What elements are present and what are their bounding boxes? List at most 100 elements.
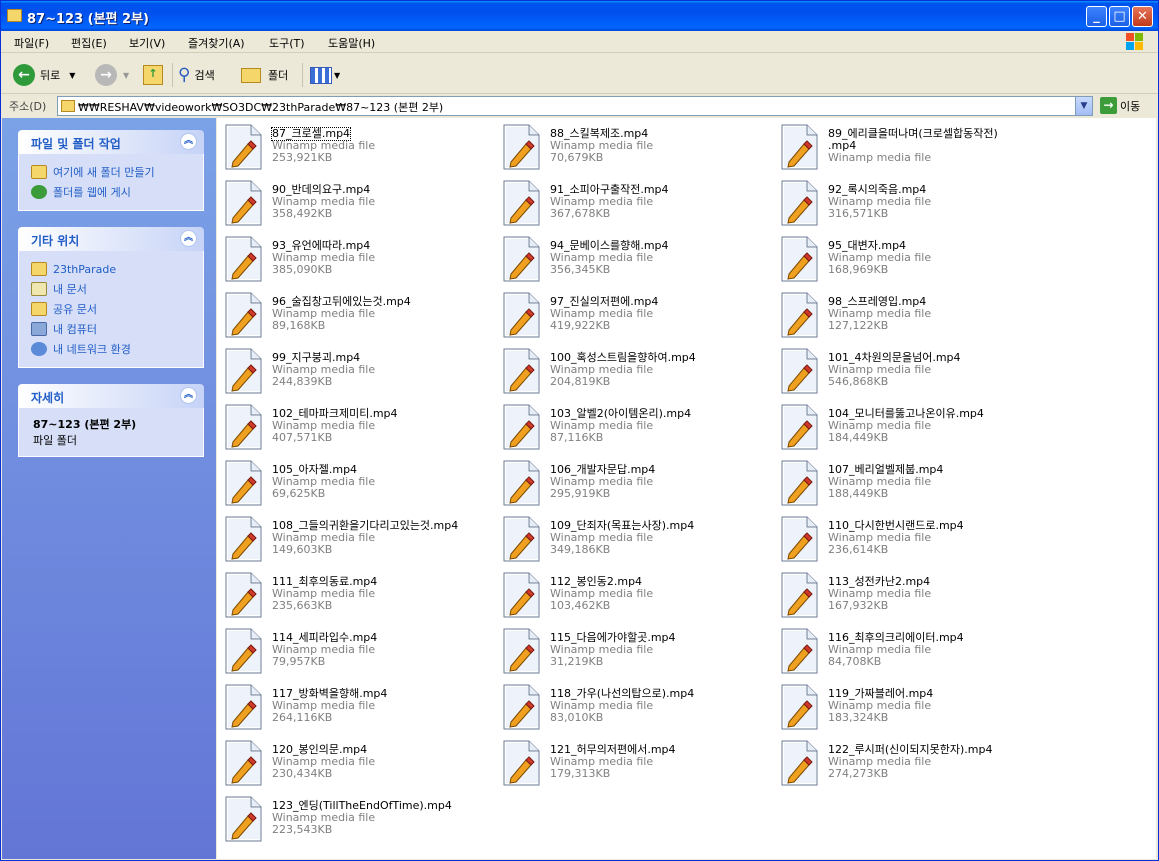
other-places-panel: 기타 위치 ︽ 23thParade 내 문서 공유 문서 내 컴퓨터 내 네트… [18,227,204,368]
link-label: 여기에 새 폴더 만들기 [53,166,155,179]
folders-button[interactable]: 폴더 [241,62,288,88]
menu-help[interactable]: 도움말(H) [328,35,375,51]
file-item[interactable]: 102_테마파크제미티.mp4 Winamp media file 407,571K… [217,399,487,451]
winamp-file-icon [224,572,262,618]
file-size: 70,679KB [550,151,604,164]
file-item[interactable]: 110_다시한번시랜드로.mp4 Winamp media file 236,614… [773,511,1043,563]
file-size: 546,868KB [828,375,889,388]
file-item[interactable]: 117_방화벽을향해.mp4 Winamp media file 264,116KB [217,679,487,731]
minimize-button[interactable]: _ [1086,6,1107,27]
new-folder-link[interactable]: 여기에 새 폴더 만들기 [31,162,203,182]
menu-edit[interactable]: 편집(E) [71,35,107,51]
file-item[interactable]: 120_봉인의문.mp4 Winamp media file 230,434KB [217,735,487,787]
panel-header[interactable]: 자세히 ︽ [18,384,204,408]
file-item[interactable]: 118_가우(나선의탑으로).mp4 Winamp media file 83,01… [495,679,765,731]
file-item[interactable]: 121_허무의저편에서.mp4 Winamp media file 179,313K… [495,735,765,787]
file-item[interactable]: 94_문베이스를향해.mp4 Winamp media file 356,345KB [495,231,765,283]
back-button[interactable]: ← 뒤로 ▼ [13,62,75,88]
file-size: 356,345KB [550,263,611,276]
menu-view[interactable]: 보기(V) [129,35,165,51]
winamp-file-icon [224,348,262,394]
collapse-icon[interactable]: ︽ [180,387,197,404]
computer-icon [31,322,47,336]
file-item[interactable]: 114_세피라입수.mp4 Winamp media file 79,957KB [217,623,487,675]
winamp-file-icon [224,236,262,282]
file-item[interactable]: 103_알벨2(아이템온리).mp4 Winamp media file 87,11… [495,399,765,451]
address-input[interactable]: ₩₩RESHAV₩videowork₩SO3DC₩23thParade₩87~1… [57,96,1093,116]
file-item[interactable]: 89_에리클을떠나며(크로셀합동작전) .mp4 Winamp media file [773,119,1043,171]
place-network[interactable]: 내 네트워크 환경 [31,339,203,359]
file-size: 127,122KB [828,319,889,332]
place-my-documents[interactable]: 내 문서 [31,279,203,299]
file-item[interactable]: 112_봉인동2.mp4 Winamp media file 103,462KB [495,567,765,619]
winamp-file-icon [224,180,262,226]
file-item[interactable]: 116_최후의크리에이터.mp4 Winamp media file 84,708K… [773,623,1043,675]
file-item[interactable]: 93_유언에따라.mp4 Winamp media file 385,090KB [217,231,487,283]
file-item[interactable]: 97_진실의저편에.mp4 Winamp media file 419,922KB [495,287,765,339]
file-item[interactable]: 106_개발자문답.mp4 Winamp media file 295,919KB [495,455,765,507]
forward-button[interactable]: → ▼ [95,62,129,88]
place-shared-documents[interactable]: 공유 문서 [31,299,203,319]
collapse-icon[interactable]: ︽ [180,133,197,150]
winamp-file-icon [224,124,262,170]
file-size: 167,932KB [828,599,889,612]
title-bar[interactable]: 87~123 (본편 2부) _ □ ✕ [1,1,1158,31]
file-item[interactable]: 88_스킬복제조.mp4 Winamp media file 70,679KB [495,119,765,171]
panel-header[interactable]: 기타 위치 ︽ [18,227,204,251]
go-button[interactable]: → 이동 [1100,97,1140,114]
file-item[interactable]: 100_혹성스트림을향하여.mp4 Winamp media file 204,81… [495,343,765,395]
up-folder-icon: ↑ [143,65,163,85]
file-item[interactable]: 104_모니터를뚫고나온이유.mp4 Winamp media file 184,4… [773,399,1043,451]
panel-header[interactable]: 파일 및 폴더 작업 ︽ [18,130,204,154]
file-item[interactable]: 101_4차원의문을넘어.mp4 Winamp media file 546,868… [773,343,1043,395]
search-button[interactable]: ⚲ 검색 [178,62,215,88]
file-item[interactable]: 90_반데의요구.mp4 Winamp media file 358,492KB [217,175,487,227]
file-item[interactable]: 87_크로셀.mp4 Winamp media file 253,921KB [217,119,487,171]
file-item[interactable]: 115_다음에가야할곳.mp4 Winamp media file 31,219KB [495,623,765,675]
folder-icon [31,262,47,276]
place-my-computer[interactable]: 내 컴퓨터 [31,319,203,339]
file-list[interactable]: 87_크로셀.mp4 Winamp media file 253,921KB 88_스… [217,118,1156,859]
file-item[interactable]: 109_단죄자(목표는사장).mp4 Winamp media file 349,1… [495,511,765,563]
link-label: 폴더를 웹에 게시 [53,186,131,199]
file-item[interactable]: 96_술집창고뒤에있는것.mp4 Winamp media file 89,168K… [217,287,487,339]
file-item[interactable]: 113_성전카난2.mp4 Winamp media file 167,932KB [773,567,1043,619]
file-size: 236,614KB [828,543,889,556]
file-item[interactable]: 123_엔딩(TillTheEndOfTime).mp4 Winamp media… [217,791,487,843]
back-label: 뒤로 [40,69,61,82]
file-size: 244,839KB [272,375,333,388]
menu-file[interactable]: 파일(F) [14,35,49,51]
winamp-file-icon [224,292,262,338]
details-folder-name: 87~123 (본편 2부) [33,418,137,431]
panel-body: 23thParade 내 문서 공유 문서 내 컴퓨터 내 네트워크 환경 [18,251,204,368]
file-item[interactable]: 108_그들의귀환을기다리고있는것.mp4 Winamp media file 14… [217,511,487,563]
file-size: 84,708KB [828,655,882,668]
file-item[interactable]: 91_소피아구출작전.mp4 Winamp media file 367,678KB [495,175,765,227]
file-item[interactable]: 105_아자젤.mp4 Winamp media file 69,625KB [217,455,487,507]
close-button[interactable]: ✕ [1132,6,1153,27]
file-item[interactable]: 107_베리얼벨제붑.mp4 Winamp media file 188,449KB [773,455,1043,507]
publish-web-link[interactable]: 폴더를 웹에 게시 [31,182,203,202]
file-item[interactable]: 99_지구붕괴.mp4 Winamp media file 244,839KB [217,343,487,395]
window-title: 87~123 (본편 2부) [27,12,149,27]
collapse-icon[interactable]: ︽ [180,230,197,247]
file-item[interactable]: 95_대변자.mp4 Winamp media file 168,969KB [773,231,1043,283]
menu-favorites[interactable]: 즐겨찾기(A) [188,35,245,51]
file-item[interactable]: 98_스프레영입.mp4 Winamp media file 127,122KB [773,287,1043,339]
file-item[interactable]: 111_최후의동료.mp4 Winamp media file 235,663KB [217,567,487,619]
menu-tools[interactable]: 도구(T) [269,35,305,51]
address-dropdown-button[interactable]: ▼ [1075,97,1092,115]
file-item[interactable]: 92_록시의죽음.mp4 Winamp media file 316,571KB [773,175,1043,227]
file-size: 235,663KB [272,599,333,612]
address-path: ₩₩RESHAV₩videowork₩SO3DC₩23thParade₩87~1… [78,101,444,114]
file-item[interactable]: 122_루시퍼(신이되지못한자).mp4 Winamp media file 274… [773,735,1043,787]
chevron-down-icon[interactable]: ▼ [123,71,129,80]
file-item[interactable]: 119_가짜블레어.mp4 Winamp media file 183,324KB [773,679,1043,731]
views-button[interactable]: ▼ [310,62,340,88]
up-folder-button[interactable]: ↑ [143,62,163,88]
chevron-down-icon[interactable]: ▼ [69,71,75,80]
place-23thparade[interactable]: 23thParade [31,259,203,279]
winamp-file-icon [780,572,818,618]
winamp-file-icon [224,796,262,842]
maximize-button[interactable]: □ [1109,6,1130,27]
